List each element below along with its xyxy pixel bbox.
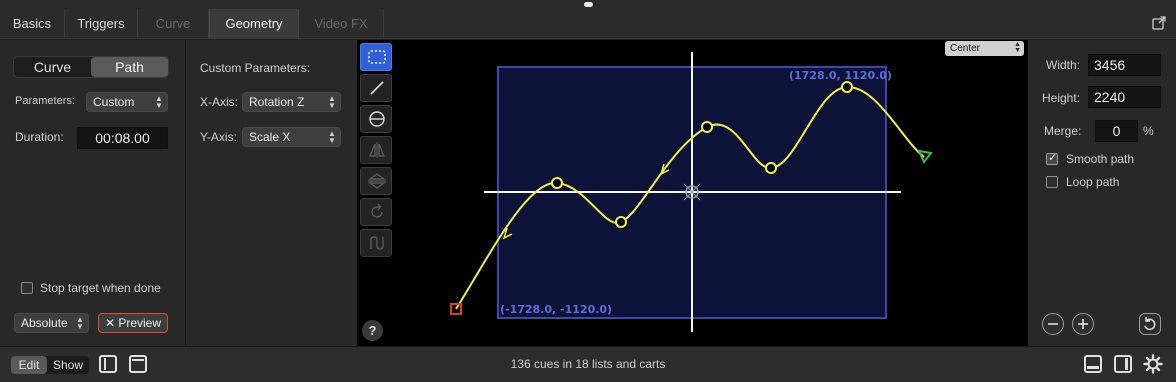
select-rect-tool-button[interactable]: [360, 43, 392, 71]
reverse-path-button[interactable]: [360, 229, 392, 257]
merge-label: Merge:: [1044, 124, 1082, 138]
max-corner-label: (1728.0, 1120.0): [789, 69, 892, 82]
end-point-marker[interactable]: [917, 149, 933, 164]
origin-target-icon[interactable]: [683, 183, 701, 201]
anchor-value: Center: [950, 43, 981, 54]
toggle-inspector-icon[interactable]: [1084, 355, 1102, 373]
plus-icon: [1078, 319, 1088, 329]
y-axis-label: Y-Axis:: [200, 130, 237, 144]
dimensions-panel: Width: 3456 Height: 2240 Merge: 0 % Smoo…: [1028, 40, 1176, 346]
width-field[interactable]: 3456: [1088, 54, 1161, 76]
select-rect-icon: [368, 50, 386, 64]
minus-icon: [1048, 323, 1058, 325]
path-point[interactable]: [615, 216, 627, 228]
preview-button[interactable]: ✕ Preview: [98, 313, 168, 333]
mode-curve-button[interactable]: Curve: [14, 57, 91, 77]
reset-button[interactable]: [1139, 313, 1161, 335]
path-drawing[interactable]: [357, 40, 1028, 346]
merge-field[interactable]: 0: [1095, 120, 1138, 142]
help-button[interactable]: ?: [362, 320, 383, 341]
tab-geometry[interactable]: Geometry: [209, 9, 299, 39]
chevron-updown-icon: ▲ ▼: [1014, 41, 1021, 54]
line-tool-button[interactable]: [360, 74, 392, 102]
tab-triggers[interactable]: Triggers: [65, 9, 138, 39]
stop-target-label: Stop target when done: [40, 281, 161, 295]
stop-target-checkbox[interactable]: [21, 282, 33, 294]
custom-parameters-label: Custom Parameters:: [200, 61, 311, 75]
height-field[interactable]: 2240: [1088, 86, 1161, 108]
drag-handle[interactable]: [584, 2, 593, 7]
chevron-updown-icon: ▲ ▼: [155, 94, 163, 110]
path-point[interactable]: [841, 81, 853, 93]
flip-horizontal-icon: [368, 142, 386, 158]
width-label: Width:: [1046, 58, 1081, 72]
chevron-updown-icon: ▲ ▼: [76, 315, 84, 331]
line-icon: [370, 81, 384, 95]
loop-path-label: Loop path: [1066, 175, 1120, 189]
x-axis-label: X-Axis:: [200, 95, 239, 109]
toggle-right-sidebar-icon[interactable]: [1114, 355, 1132, 373]
path-editor-canvas[interactable]: (1728.0, 1120.0) (-1728.0, -1120.0) Cent…: [357, 40, 1028, 346]
height-label: Height:: [1042, 91, 1081, 105]
rotate-button[interactable]: [360, 198, 392, 226]
anchor-select[interactable]: Center ▲ ▼: [945, 41, 1024, 56]
inspector-tabs: Basics Triggers Curve Geometry Video FX: [0, 9, 1176, 39]
custom-parameters-panel: Custom Parameters: X-Axis: Rotation Z ▲ ▼…: [186, 40, 357, 346]
flip-horizontal-button[interactable]: [360, 136, 392, 164]
flip-vertical-button[interactable]: [360, 167, 392, 195]
x-axis-value: Rotation Z: [249, 95, 305, 109]
rotate-icon: [371, 203, 383, 218]
y-axis-value: Scale X: [249, 130, 291, 144]
smooth-path-checkbox[interactable]: [1046, 151, 1058, 165]
flip-vertical-icon: [367, 173, 387, 189]
absolute-value: Absolute: [21, 316, 68, 330]
remove-point-button[interactable]: [1042, 313, 1064, 335]
mode-path-button[interactable]: Path: [91, 57, 168, 77]
add-point-button[interactable]: [1072, 313, 1094, 335]
path-reverse-icon: [370, 236, 384, 250]
window-drag-bar[interactable]: [0, 0, 1176, 9]
path-point[interactable]: [701, 121, 713, 133]
ellipse-tool-button[interactable]: [360, 105, 392, 133]
loop-path-checkbox[interactable]: [1046, 176, 1058, 188]
min-corner-label: (-1728.0, -1120.0): [500, 303, 613, 316]
tab-curve[interactable]: Curve: [138, 9, 209, 39]
undo-icon: [1144, 317, 1156, 331]
merge-unit: %: [1143, 124, 1154, 138]
status-bar: Edit Show 136 cues in 18 lists and carts: [0, 346, 1176, 382]
smooth-path-label: Smooth path: [1066, 152, 1135, 166]
absolute-select[interactable]: Absolute ▲ ▼: [14, 313, 89, 333]
tab-video-fx[interactable]: Video FX: [299, 9, 384, 39]
path-point[interactable]: [765, 162, 777, 174]
tab-basics[interactable]: Basics: [0, 9, 65, 39]
status-text: 136 cues in 18 lists and carts: [510, 357, 666, 371]
popout-icon[interactable]: [1152, 16, 1166, 30]
parameters-value: Custom: [93, 95, 135, 109]
path-settings-panel: Curve Path Parameters: Custom ▲ ▼ Duratio…: [0, 40, 186, 346]
duration-field[interactable]: 00:08.00: [77, 127, 168, 149]
mode-segmented-control: Curve Path: [13, 56, 169, 78]
path-point[interactable]: [551, 177, 563, 189]
x-axis-select[interactable]: Rotation Z ▲ ▼: [242, 92, 341, 112]
duration-label: Duration:: [15, 130, 64, 144]
ellipse-icon: [369, 111, 385, 127]
chevron-updown-icon: ▲ ▼: [328, 94, 336, 110]
gear-icon[interactable]: [1143, 354, 1163, 374]
chevron-updown-icon: ▲ ▼: [328, 129, 336, 145]
y-axis-select[interactable]: Scale X ▲ ▼: [242, 127, 341, 147]
parameters-select[interactable]: Custom ▲ ▼: [86, 92, 168, 112]
parameters-label: Parameters:: [15, 95, 75, 107]
